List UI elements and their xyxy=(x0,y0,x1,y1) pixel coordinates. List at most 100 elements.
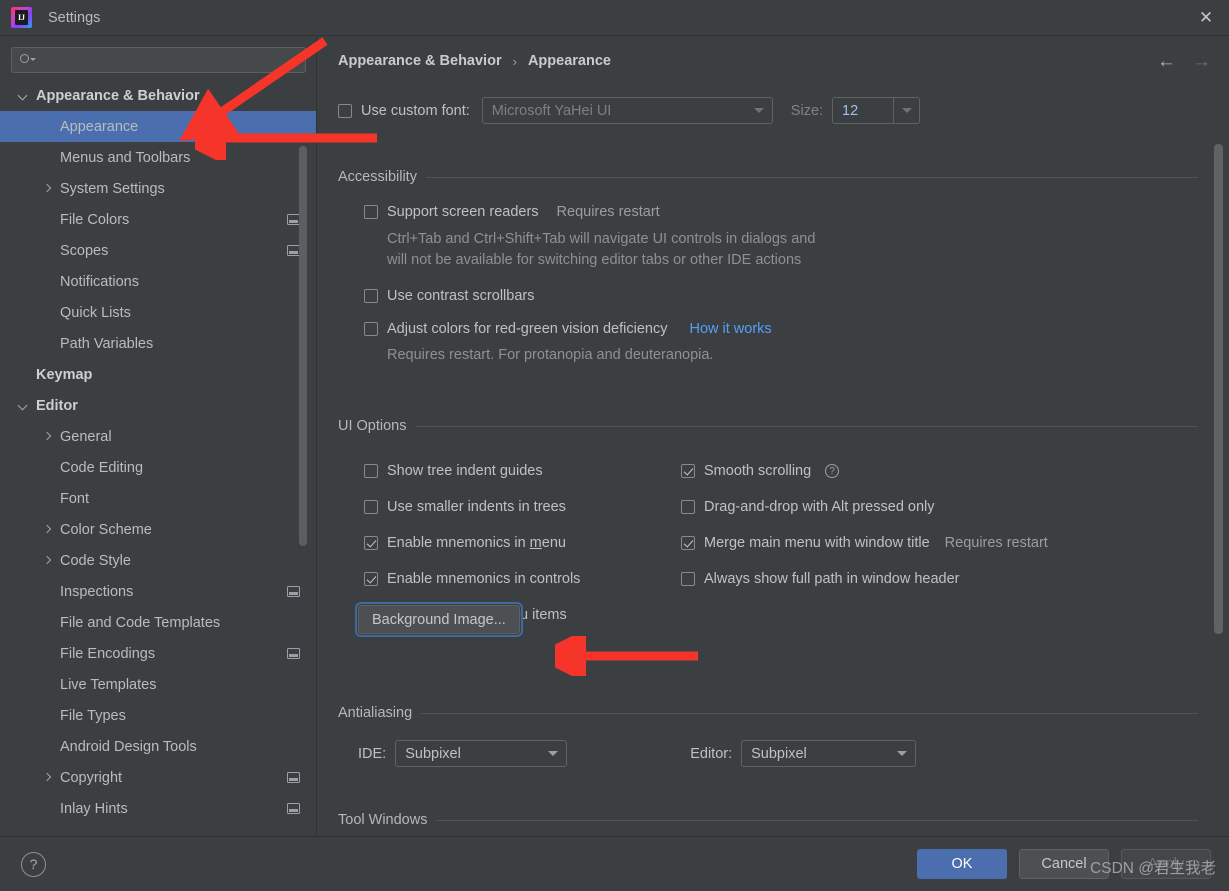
twisty-spacer xyxy=(41,741,53,753)
twisty-spacer xyxy=(41,152,53,164)
adjust-colors-checkbox[interactable] xyxy=(364,322,378,336)
title-bar: IJ Settings ✕ xyxy=(0,0,1229,36)
settings-dialog: IJ Settings ✕ Appearance & Behavior Appea… xyxy=(0,0,1229,891)
sidebar-item-label: Appearance xyxy=(60,118,139,135)
chevron-down-icon xyxy=(897,751,908,756)
show-tree-indent-guides-checkbox[interactable] xyxy=(364,464,378,478)
twisty-spacer xyxy=(41,493,53,505)
sidebar-item-inlay-hints[interactable]: Inlay Hints xyxy=(0,793,316,824)
chevron-down-icon xyxy=(901,108,912,113)
chevron-right-icon[interactable] xyxy=(41,772,53,784)
how-it-works-link[interactable]: How it works xyxy=(689,321,771,337)
sidebar-item-label: Inspections xyxy=(60,583,134,600)
sidebar-item-notifications[interactable]: Notifications xyxy=(0,266,316,297)
sidebar-item-general[interactable]: General xyxy=(0,421,316,452)
chevron-down-icon xyxy=(548,751,559,756)
logo-text: IJ xyxy=(15,10,28,25)
editor-antialiasing-dropdown[interactable]: Subpixel xyxy=(741,740,917,767)
chevron-right-icon[interactable] xyxy=(41,431,53,443)
close-icon[interactable]: ✕ xyxy=(1183,0,1229,35)
content-scrollbar[interactable] xyxy=(1214,144,1223,634)
ui-option-row: Drag-and-drop with Alt pressed only xyxy=(681,489,1048,525)
sidebar-item-appearance[interactable]: Appearance xyxy=(0,111,316,142)
help-icon[interactable]: ? xyxy=(825,464,840,478)
sidebar-item-label: Live Templates xyxy=(60,676,157,693)
ui-option-label: Always show full path in window header xyxy=(704,571,960,587)
chevron-right-icon[interactable] xyxy=(41,183,53,195)
sidebar-item-inspections[interactable]: Inspections xyxy=(0,576,316,607)
editor-antialiasing-label: Editor: xyxy=(690,745,733,762)
sidebar-item-label: Quick Lists xyxy=(60,304,131,321)
twisty-spacer xyxy=(41,586,53,598)
smooth-scrolling-checkbox[interactable] xyxy=(681,464,695,478)
sidebar-item-label: General xyxy=(60,428,112,445)
ide-antialiasing-dropdown[interactable]: Subpixel xyxy=(395,740,568,767)
chevron-right-icon[interactable] xyxy=(41,524,53,536)
twisty-spacer xyxy=(41,679,53,691)
sidebar-item-font[interactable]: Font xyxy=(0,483,316,514)
ui-option-label: Use smaller indents in trees xyxy=(387,499,566,515)
sidebar-item-code-editing[interactable]: Code Editing xyxy=(0,452,316,483)
search-input[interactable] xyxy=(11,47,306,73)
chevron-down-icon[interactable] xyxy=(17,90,29,102)
breadcrumb-parent[interactable]: Appearance & Behavior xyxy=(338,53,502,69)
ui-option-label: Show tree indent guides xyxy=(387,463,543,479)
sidebar-item-system-settings[interactable]: System Settings xyxy=(0,173,316,204)
chevron-right-icon[interactable] xyxy=(41,555,53,567)
tool-windows-header: Tool Windows xyxy=(317,812,1229,828)
drag-and-drop-with-alt-pressed-only-checkbox[interactable] xyxy=(681,500,695,514)
window-title: Settings xyxy=(48,9,101,26)
use-smaller-indents-in-trees-checkbox[interactable] xyxy=(364,500,378,514)
enable-mnemonics-in-menu-checkbox[interactable] xyxy=(364,536,378,550)
breadcrumb-current: Appearance xyxy=(527,53,611,69)
enable-mnemonics-in-controls-checkbox[interactable] xyxy=(364,572,378,586)
always-show-full-path-in-window-header-checkbox[interactable] xyxy=(681,572,695,586)
sidebar-item-scopes[interactable]: Scopes xyxy=(0,235,316,266)
ide-antialiasing-value: Subpixel xyxy=(405,745,461,762)
sidebar-item-code-style[interactable]: Code Style xyxy=(0,545,316,576)
arrow-left-icon[interactable]: ← xyxy=(1157,52,1176,71)
support-screen-readers-checkbox[interactable] xyxy=(364,205,378,219)
sidebar-item-file-and-code-templates[interactable]: File and Code Templates xyxy=(0,607,316,638)
sidebar-item-quick-lists[interactable]: Quick Lists xyxy=(0,297,316,328)
use-contrast-scrollbars-checkbox[interactable] xyxy=(364,289,378,303)
merge-main-menu-with-window-title-checkbox[interactable] xyxy=(681,536,695,550)
sidebar-item-live-templates[interactable]: Live Templates xyxy=(0,669,316,700)
background-image-button[interactable]: Background Image... xyxy=(355,602,523,637)
ok-button[interactable]: OK xyxy=(917,849,1007,879)
sidebar-scrollbar[interactable] xyxy=(299,146,307,546)
sidebar-item-path-variables[interactable]: Path Variables xyxy=(0,328,316,359)
sidebar-item-editor[interactable]: Editor xyxy=(0,390,316,421)
divider xyxy=(415,425,1198,427)
twisty-spacer xyxy=(41,462,53,474)
sidebar-item-label: Keymap xyxy=(36,366,93,383)
intellij-idea-logo-icon: IJ xyxy=(11,7,32,28)
help-button[interactable]: ? xyxy=(21,851,46,877)
custom-font-row: Use custom font: Microsoft YaHei UI Size… xyxy=(338,97,921,124)
sidebar-item-label: Code Style xyxy=(60,552,131,569)
settings-sidebar: Appearance & Behavior Appearance Menus and… xyxy=(0,36,316,836)
ui-options-right-column: Smooth scrolling? Drag-and-drop with Alt … xyxy=(681,453,1048,597)
antialiasing-header: Antialiasing xyxy=(317,705,1229,721)
custom-font-dropdown[interactable]: Microsoft YaHei UI xyxy=(481,97,773,124)
sidebar-item-file-types[interactable]: File Types xyxy=(0,700,316,731)
sidebar-item-label: File Types xyxy=(60,707,126,724)
ui-options-title: UI Options xyxy=(338,418,407,434)
sidebar-item-file-colors[interactable]: File Colors xyxy=(0,204,316,235)
twisty-spacer xyxy=(41,803,53,815)
use-custom-font-checkbox[interactable] xyxy=(338,103,352,118)
use-custom-font-label: Use custom font: xyxy=(361,102,470,119)
sidebar-item-label: Font xyxy=(60,490,90,507)
sidebar-item-appearance-behavior[interactable]: Appearance & Behavior xyxy=(0,80,316,111)
red-green-row: Adjust colors for red-green vision defic… xyxy=(364,321,1229,337)
sidebar-item-copyright[interactable]: Copyright xyxy=(0,762,316,793)
sidebar-item-menus-and-toolbars[interactable]: Menus and Toolbars xyxy=(0,142,316,173)
sidebar-item-label: File and Code Templates xyxy=(60,614,221,631)
arrow-right-icon[interactable]: → xyxy=(1192,52,1211,71)
chevron-down-icon[interactable] xyxy=(17,400,29,412)
sidebar-item-color-scheme[interactable]: Color Scheme xyxy=(0,514,316,545)
sidebar-item-keymap[interactable]: Keymap xyxy=(0,359,316,390)
sidebar-item-android-design-tools[interactable]: Android Design Tools xyxy=(0,731,316,762)
font-size-stepper[interactable]: 12 xyxy=(832,97,921,124)
sidebar-item-file-encodings[interactable]: File Encodings xyxy=(0,638,316,669)
